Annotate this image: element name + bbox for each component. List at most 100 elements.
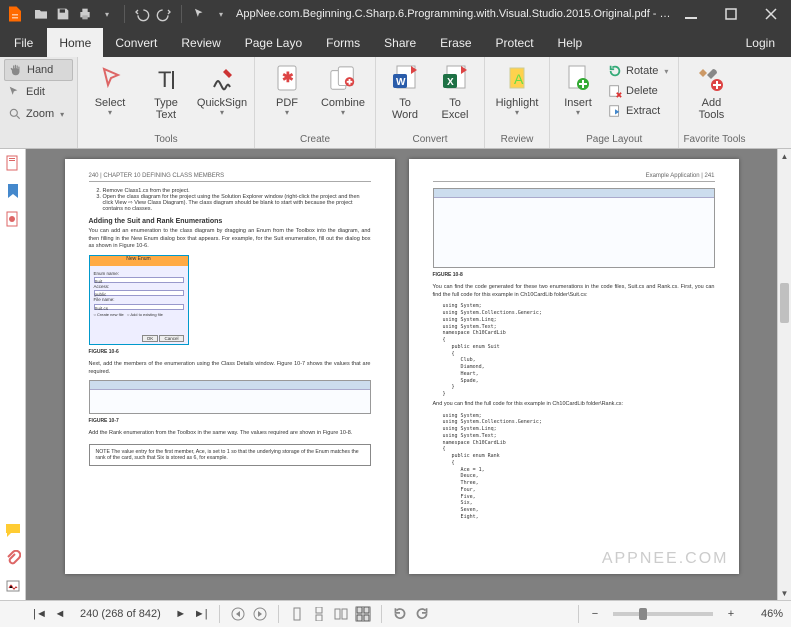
prev-page-button[interactable]: ◄ bbox=[52, 606, 68, 622]
rotate-cw-icon[interactable] bbox=[414, 606, 430, 622]
note-box: NOTE The value entry for the first membe… bbox=[89, 444, 371, 466]
zoom-label: Zoom bbox=[26, 108, 54, 120]
figure-10-8 bbox=[433, 188, 715, 268]
tab-forms[interactable]: Forms bbox=[314, 28, 372, 57]
signatures-panel-icon[interactable] bbox=[5, 578, 21, 594]
zoom-slider-knob[interactable] bbox=[639, 608, 647, 620]
quick-access-toolbar: ▾ ▾ bbox=[32, 4, 230, 24]
print-icon[interactable] bbox=[76, 4, 94, 24]
edit-label: Edit bbox=[26, 86, 45, 98]
next-page-button[interactable]: ► bbox=[173, 606, 189, 622]
ribbon-group-review: A Highlight Review bbox=[485, 57, 550, 148]
page-left: 240 | CHAPTER 10 DEFINING CLASS MEMBERS … bbox=[65, 159, 395, 574]
view-tools-pane: Hand Edit Zoom ▾ bbox=[0, 57, 78, 148]
figure-10-7 bbox=[89, 380, 371, 414]
rotate-ccw-icon[interactable] bbox=[392, 606, 408, 622]
svg-text:W: W bbox=[396, 77, 406, 88]
tab-home[interactable]: Home bbox=[47, 28, 103, 57]
login-link[interactable]: Login bbox=[730, 28, 791, 57]
redo-icon[interactable] bbox=[155, 4, 173, 24]
rotate-button[interactable]: Rotate▾ bbox=[602, 61, 674, 81]
extract-button[interactable]: Extract bbox=[602, 101, 674, 121]
ribbon-group-convert: W To Word X To Excel Convert bbox=[376, 57, 485, 148]
maximize-button[interactable] bbox=[711, 0, 751, 28]
pdf-button[interactable]: ✱ PDF bbox=[259, 59, 315, 118]
titlebar: ▾ ▾ AppNee.com.Beginning.C.Sharp.6.Progr… bbox=[0, 0, 791, 28]
ribbon-group-create-label: Create bbox=[259, 134, 371, 148]
tab-erase[interactable]: Erase bbox=[428, 28, 483, 57]
ribbon-group-review-label: Review bbox=[489, 134, 545, 148]
zoom-percent[interactable]: 46% bbox=[743, 608, 783, 620]
delete-button[interactable]: Delete bbox=[602, 81, 674, 101]
tab-pagelayout[interactable]: Page Layo bbox=[233, 28, 314, 57]
statusbar: |◄ ◄ 240 (268 of 842) ► ►| − + 46% bbox=[0, 600, 791, 627]
scroll-down-icon[interactable]: ▼ bbox=[778, 586, 791, 600]
pages-viewport[interactable]: 240 | CHAPTER 10 DEFINING CLASS MEMBERS … bbox=[26, 149, 777, 600]
hand-label: Hand bbox=[27, 64, 53, 76]
ribbon-group-tools-label: Tools bbox=[82, 134, 250, 148]
close-button[interactable] bbox=[751, 0, 791, 28]
ribbon-group-favorite: Add Tools Favorite Tools bbox=[679, 57, 749, 148]
undo-icon[interactable] bbox=[133, 4, 151, 24]
window-title: AppNee.com.Beginning.C.Sharp.6.Programmi… bbox=[230, 8, 671, 20]
cursor-dropdown-icon[interactable]: ▾ bbox=[212, 4, 230, 24]
toword-button[interactable]: W To Word bbox=[380, 59, 430, 121]
attachments-panel-icon[interactable] bbox=[5, 550, 21, 566]
watermark: APPNEE.COM bbox=[602, 550, 729, 568]
left-panel-strip bbox=[0, 149, 26, 600]
open-icon[interactable] bbox=[32, 4, 50, 24]
ribbon-group-convert-label: Convert bbox=[380, 134, 480, 148]
highlight-button[interactable]: A Highlight bbox=[489, 59, 545, 118]
tab-help[interactable]: Help bbox=[546, 28, 595, 57]
bookmarks-panel-icon[interactable] bbox=[5, 183, 21, 199]
facing-continuous-view-icon[interactable] bbox=[355, 606, 371, 622]
single-page-view-icon[interactable] bbox=[289, 606, 305, 622]
vertical-scrollbar[interactable]: ▲ ▼ bbox=[777, 149, 791, 600]
zoom-tool[interactable]: Zoom ▾ bbox=[4, 103, 73, 125]
tab-convert[interactable]: Convert bbox=[103, 28, 169, 57]
layers-panel-icon[interactable] bbox=[5, 211, 21, 227]
svg-text:A: A bbox=[514, 71, 524, 87]
app-icon bbox=[6, 5, 24, 23]
typetext-button[interactable]: T Type Text bbox=[138, 59, 194, 121]
ribbon-group-favorite-label: Favorite Tools bbox=[683, 134, 745, 148]
pages-panel-icon[interactable] bbox=[5, 155, 21, 171]
qat-dropdown-icon[interactable]: ▾ bbox=[98, 4, 116, 24]
first-page-button[interactable]: |◄ bbox=[32, 606, 48, 622]
tab-review[interactable]: Review bbox=[169, 28, 232, 57]
toexcel-button[interactable]: X To Excel bbox=[430, 59, 480, 121]
figure-10-6: New Enum Enum name:SuitAccess:publicFile… bbox=[89, 255, 189, 345]
hand-tool[interactable]: Hand bbox=[4, 59, 73, 81]
cursor-tool-icon[interactable] bbox=[190, 4, 208, 24]
facing-view-icon[interactable] bbox=[333, 606, 349, 622]
last-page-button[interactable]: ►| bbox=[193, 606, 209, 622]
zoom-slider[interactable] bbox=[613, 612, 713, 616]
edit-tool[interactable]: Edit bbox=[4, 81, 73, 103]
file-menu[interactable]: File bbox=[0, 28, 47, 57]
zoom-out-button[interactable]: − bbox=[587, 606, 603, 622]
quicksign-button[interactable]: QuickSign bbox=[194, 59, 250, 118]
play-next-icon[interactable] bbox=[252, 606, 268, 622]
ribbon-group-create: ✱ PDF Combine Create bbox=[255, 57, 376, 148]
menubar: File Home Convert Review Page Layo Forms… bbox=[0, 28, 791, 57]
zoom-in-button[interactable]: + bbox=[723, 606, 739, 622]
tab-share[interactable]: Share bbox=[372, 28, 428, 57]
ribbon-group-pagelayout-label: Page Layout bbox=[554, 134, 674, 148]
minimize-button[interactable] bbox=[671, 0, 711, 28]
svg-text:T: T bbox=[158, 67, 171, 92]
addtools-button[interactable]: Add Tools bbox=[683, 59, 739, 121]
workspace: 240 | CHAPTER 10 DEFINING CLASS MEMBERS … bbox=[0, 149, 791, 600]
ribbon: Hand Edit Zoom ▾ Select T Type Text Quic… bbox=[0, 57, 791, 149]
tab-protect[interactable]: Protect bbox=[484, 28, 546, 57]
comments-panel-icon[interactable] bbox=[5, 522, 21, 538]
play-prev-icon[interactable] bbox=[230, 606, 246, 622]
save-icon[interactable] bbox=[54, 4, 72, 24]
ribbon-group-tools: Select T Type Text QuickSign Tools bbox=[78, 57, 255, 148]
continuous-view-icon[interactable] bbox=[311, 606, 327, 622]
insert-button[interactable]: Insert bbox=[554, 59, 602, 118]
combine-button[interactable]: Combine bbox=[315, 59, 371, 118]
select-button[interactable]: Select bbox=[82, 59, 138, 118]
scroll-thumb[interactable] bbox=[780, 283, 789, 323]
page-number-display[interactable]: 240 (268 of 842) bbox=[72, 608, 169, 620]
scroll-up-icon[interactable]: ▲ bbox=[778, 149, 791, 163]
